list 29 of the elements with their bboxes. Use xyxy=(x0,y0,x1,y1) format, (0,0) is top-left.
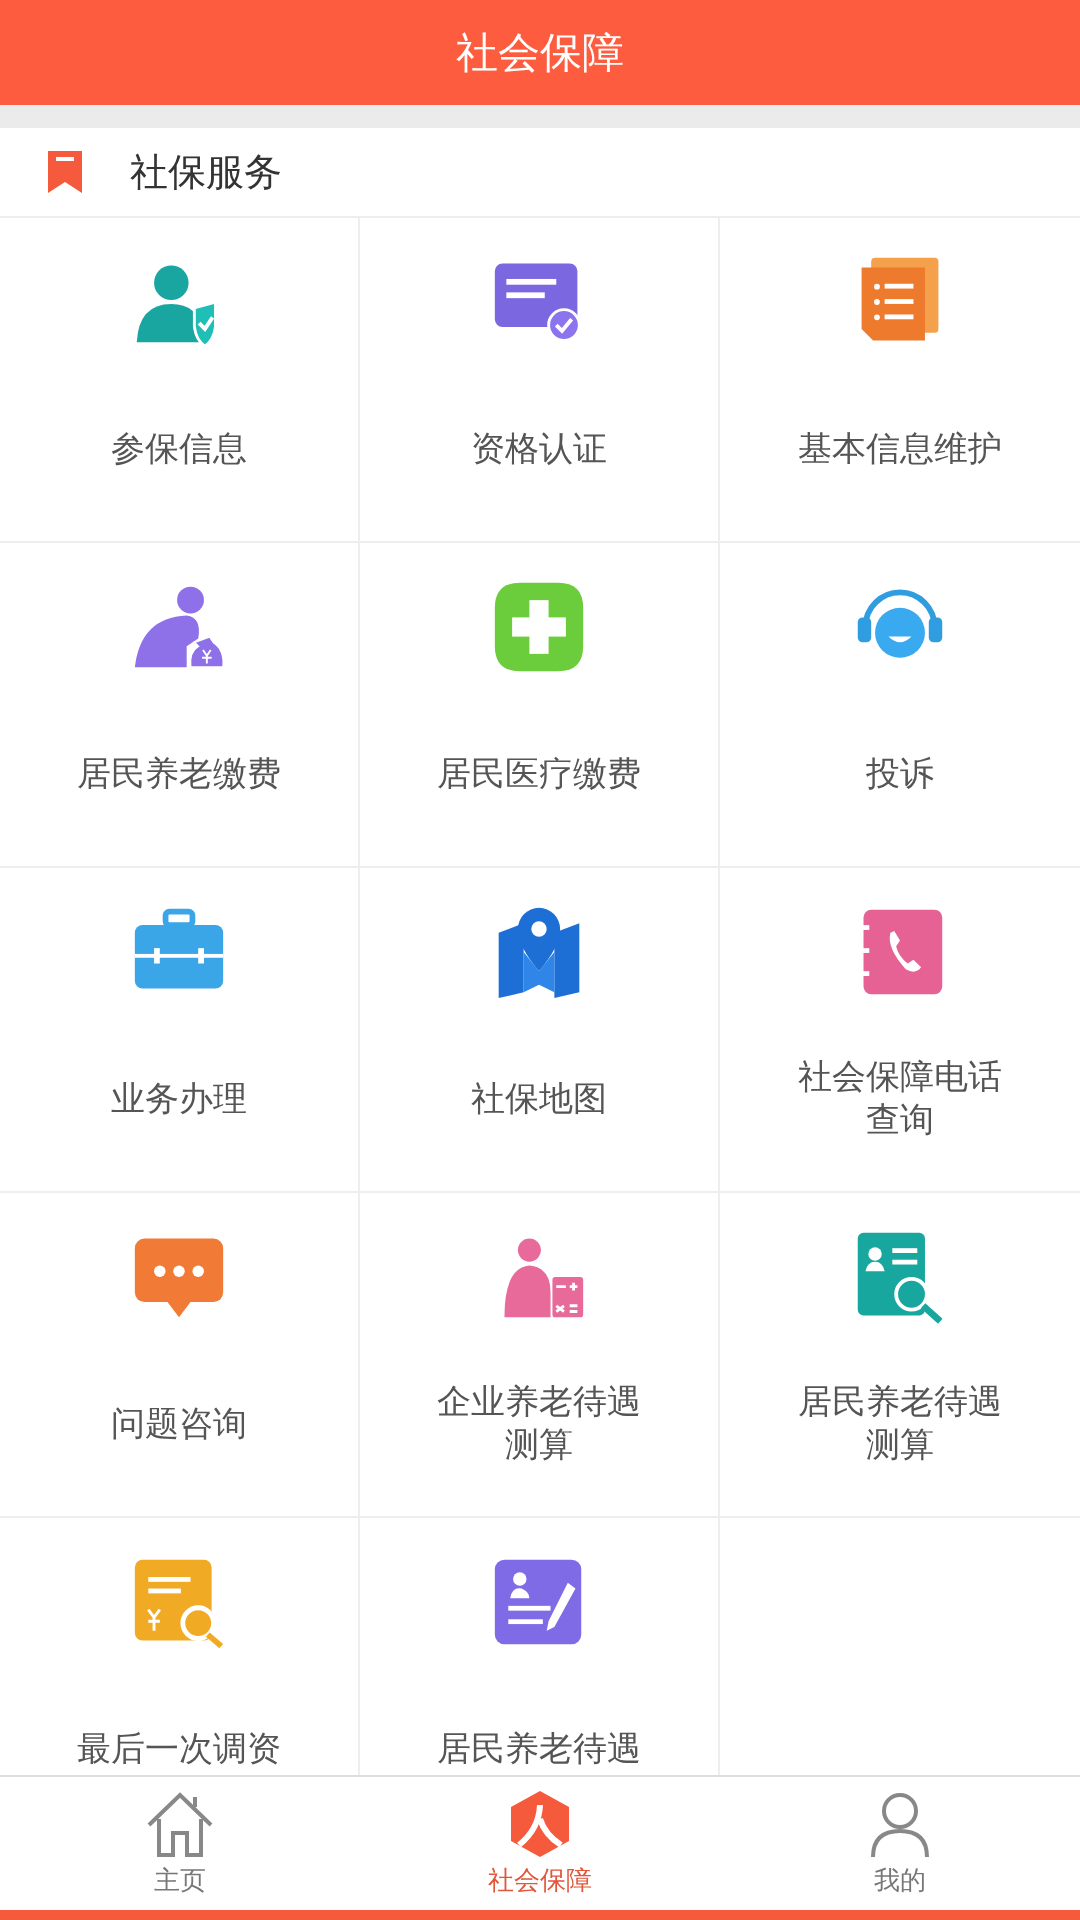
section-title: 社保服务 xyxy=(130,148,282,196)
service-tile[interactable]: 问题咨询 xyxy=(0,1193,360,1518)
service-label: 参保信息 xyxy=(111,426,247,470)
page-title: 社会保障 xyxy=(456,26,624,79)
service-label: 资格认证 xyxy=(471,426,607,470)
service-label: 问题咨询 xyxy=(111,1401,247,1445)
service-tile[interactable]: 社会保障电话查询 xyxy=(720,868,1080,1193)
service-tile[interactable]: 企业养老待遇测算 xyxy=(360,1193,720,1518)
service-tile[interactable]: 业务办理 xyxy=(0,868,360,1193)
service-tile[interactable]: 参保信息 xyxy=(0,218,360,543)
service-label: 居民养老待遇测算 xyxy=(797,1380,1003,1466)
bookmark-icon xyxy=(48,151,82,193)
service-tile[interactable]: 居民养老待遇测算 xyxy=(720,1193,1080,1518)
service-tile[interactable]: 居民医疗缴费 xyxy=(360,543,720,868)
service-label: 业务办理 xyxy=(111,1076,247,1120)
service-tile[interactable]: 居民养老缴费 xyxy=(0,543,360,868)
service-tile[interactable]: 社保地图 xyxy=(360,868,720,1193)
service-label: 企业养老待遇测算 xyxy=(436,1380,642,1466)
service-label: 最后一次调资 xyxy=(77,1726,281,1770)
service-label: 社保地图 xyxy=(471,1076,607,1120)
service-label: 基本信息维护 xyxy=(798,426,1002,470)
service-label: 居民养老缴费 xyxy=(77,751,281,795)
service-label: 居民养老待遇 xyxy=(437,1726,641,1770)
service-label: 居民医疗缴费 xyxy=(437,751,641,795)
service-label: 投诉 xyxy=(866,751,934,795)
service-label: 社会保障电话查询 xyxy=(797,1055,1003,1141)
service-tile[interactable]: 基本信息维护 xyxy=(720,218,1080,543)
service-tile[interactable]: 投诉 xyxy=(720,543,1080,868)
service-tile[interactable]: 资格认证 xyxy=(360,218,720,543)
